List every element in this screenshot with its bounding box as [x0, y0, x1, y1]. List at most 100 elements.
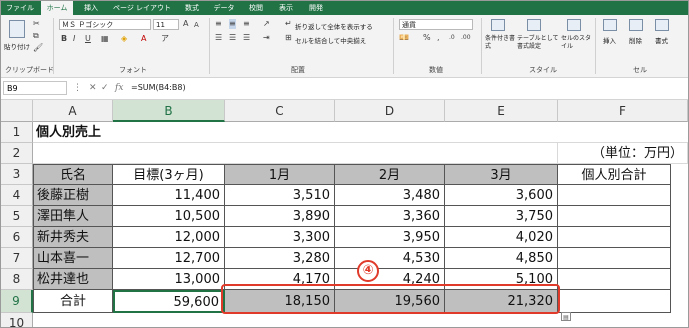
number-format-select[interactable]: 通貨: [399, 19, 473, 30]
row-header[interactable]: 10: [1, 313, 33, 327]
target-cell[interactable]: 12,000: [113, 227, 225, 248]
header-cell-feb[interactable]: 2月: [335, 164, 445, 185]
align-bottom-icon[interactable]: ≡: [243, 19, 250, 29]
formula-input[interactable]: =SUM(B4:B8): [131, 81, 681, 95]
tab-developer[interactable]: 開発: [303, 1, 329, 15]
format-as-table-button[interactable]: テーブルとして書式設定: [517, 35, 559, 51]
comma-icon[interactable]: ,: [437, 33, 440, 43]
border-icon[interactable]: ▦: [101, 34, 109, 44]
format-painter-icon[interactable]: 🖌: [33, 43, 43, 53]
column-header-d[interactable]: D: [335, 100, 445, 122]
person-total-cell[interactable]: [558, 269, 671, 290]
tab-formulas[interactable]: 数式: [179, 1, 205, 15]
header-cell-person-total[interactable]: 個人別合計: [558, 164, 671, 185]
format-cells-button[interactable]: 書式: [655, 35, 668, 45]
target-cell[interactable]: 12,700: [113, 248, 225, 269]
mar-cell[interactable]: 4,850: [445, 248, 558, 269]
format-cells-icon[interactable]: [655, 19, 669, 31]
jan-cell[interactable]: 3,890: [225, 206, 335, 227]
align-right-icon[interactable]: ☰: [243, 33, 250, 43]
tab-insert[interactable]: 挿入: [77, 1, 105, 15]
name-box[interactable]: B9: [3, 81, 67, 95]
row-header[interactable]: 2: [1, 143, 33, 164]
feb-cell[interactable]: 4,530: [335, 248, 445, 269]
mar-cell[interactable]: 3,600: [445, 185, 558, 206]
font-size-select[interactable]: 11: [153, 19, 179, 30]
enter-icon[interactable]: ✓: [101, 81, 109, 95]
cut-icon[interactable]: ✂: [33, 19, 40, 29]
increase-font-icon[interactable]: A: [183, 19, 188, 29]
jan-cell[interactable]: 3,280: [225, 248, 335, 269]
row-header[interactable]: 7: [1, 248, 33, 269]
person-total-cell[interactable]: [558, 248, 671, 269]
percent-icon[interactable]: %: [423, 33, 431, 43]
row-header[interactable]: 1: [1, 122, 33, 143]
conditional-format-icon[interactable]: [491, 19, 505, 31]
copy-icon[interactable]: ⧉: [33, 31, 39, 41]
person-total-cell[interactable]: [558, 227, 671, 248]
name-cell[interactable]: 澤田隼人: [33, 206, 113, 227]
name-cell[interactable]: 山本喜一: [33, 248, 113, 269]
align-middle-icon[interactable]: ≡: [229, 19, 236, 29]
tab-home[interactable]: ホーム: [41, 1, 73, 15]
feb-cell[interactable]: 3,360: [335, 206, 445, 227]
total-label-cell[interactable]: 合計: [33, 290, 113, 313]
tab-page-layout[interactable]: ページ レイアウト: [109, 1, 175, 15]
wrap-text-icon[interactable]: ↵: [285, 19, 292, 29]
tab-view[interactable]: 表示: [273, 1, 299, 15]
empty-row[interactable]: [33, 313, 688, 327]
row-header[interactable]: 5: [1, 206, 33, 227]
empty-cell[interactable]: [33, 143, 558, 164]
select-all-corner[interactable]: [1, 100, 33, 122]
insert-cells-icon[interactable]: [603, 19, 617, 31]
mar-cell[interactable]: 3,750: [445, 206, 558, 227]
feb-cell[interactable]: 3,950: [335, 227, 445, 248]
decrease-decimal-icon[interactable]: .00: [461, 33, 471, 43]
underline-icon[interactable]: U: [85, 34, 91, 44]
align-top-icon[interactable]: ≡: [215, 19, 222, 29]
delete-cells-icon[interactable]: [629, 19, 643, 31]
feb-cell[interactable]: 3,480: [335, 185, 445, 206]
font-name-select[interactable]: ＭＳ Ｐゴシック: [59, 19, 151, 30]
column-header-b[interactable]: B: [113, 100, 225, 122]
insert-cells-button[interactable]: 挿入: [603, 35, 616, 45]
cancel-icon[interactable]: ✕: [89, 81, 97, 95]
name-cell[interactable]: 新井秀夫: [33, 227, 113, 248]
jan-cell[interactable]: 3,300: [225, 227, 335, 248]
mar-cell[interactable]: 4,020: [445, 227, 558, 248]
person-total-cell[interactable]: [558, 185, 671, 206]
align-left-icon[interactable]: ☰: [215, 33, 222, 43]
orientation-icon[interactable]: ↗: [263, 19, 270, 29]
row-header-selected[interactable]: 9: [1, 290, 33, 313]
jan-cell[interactable]: 3,510: [225, 185, 335, 206]
name-cell[interactable]: 松井達也: [33, 269, 113, 290]
cell-styles-button[interactable]: セルのスタイル: [561, 35, 591, 51]
header-cell-mar[interactable]: 3月: [445, 164, 558, 185]
tab-data[interactable]: データ: [209, 1, 239, 15]
delete-cells-button[interactable]: 削除: [629, 35, 642, 45]
tab-file[interactable]: ファイル: [3, 1, 37, 15]
cell-styles-icon[interactable]: [567, 19, 581, 31]
italic-icon[interactable]: I: [73, 34, 75, 44]
column-header-a[interactable]: A: [33, 100, 113, 122]
target-cell[interactable]: 13,000: [113, 269, 225, 290]
person-total-cell[interactable]: [558, 290, 671, 313]
align-center-icon[interactable]: ☰: [229, 33, 236, 43]
header-cell-name[interactable]: 氏名: [33, 164, 113, 185]
indent-icon[interactable]: ⇥: [263, 33, 270, 43]
format-as-table-icon[interactable]: [527, 19, 541, 31]
tab-review[interactable]: 校閲: [243, 1, 269, 15]
currency-icon[interactable]: 💴: [399, 33, 409, 43]
column-header-c[interactable]: C: [225, 100, 335, 122]
row-header[interactable]: 6: [1, 227, 33, 248]
wrap-text-button[interactable]: 折り返して全体を表示する: [295, 21, 373, 31]
target-cell[interactable]: 10,500: [113, 206, 225, 227]
bold-icon[interactable]: B: [61, 34, 67, 44]
phonetic-icon[interactable]: ア: [161, 34, 169, 44]
increase-decimal-icon[interactable]: .0: [449, 33, 455, 43]
header-cell-jan[interactable]: 1月: [225, 164, 335, 185]
conditional-format-button[interactable]: 条件付き書式: [485, 35, 515, 51]
column-header-e[interactable]: E: [445, 100, 558, 122]
unit-label-cell[interactable]: （単位：万円）: [558, 143, 688, 164]
merge-center-icon[interactable]: ⊞: [285, 33, 292, 43]
